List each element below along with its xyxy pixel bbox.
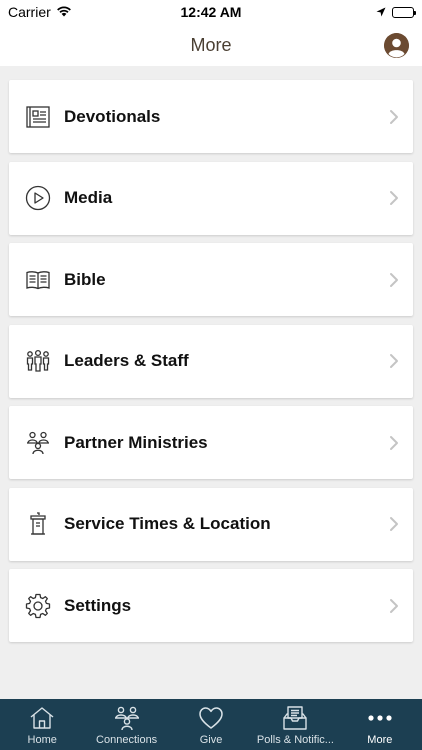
tab-label: Connections <box>96 734 158 746</box>
tab-more[interactable]: More <box>338 699 422 750</box>
podium-icon <box>25 511 51 537</box>
menu-item-service-times-location[interactable]: Service Times & Location <box>9 487 413 561</box>
status-bar: Carrier 12:42 AM <box>0 0 422 24</box>
battery-icon <box>392 6 416 18</box>
status-right <box>376 4 416 20</box>
menu-item-bible[interactable]: Bible <box>9 243 413 316</box>
play-circle-icon <box>25 185 51 211</box>
tab-label: More <box>367 734 393 746</box>
menu-item-label: Settings <box>64 595 132 615</box>
page-title: More <box>190 34 232 55</box>
more-dots-icon <box>366 705 394 731</box>
people-group-icon <box>25 348 51 374</box>
inbox-icon <box>281 705 309 731</box>
tab-home[interactable]: Home <box>0 699 84 750</box>
home-icon <box>28 705 56 731</box>
tab-give[interactable]: Give <box>169 699 253 750</box>
menu-item-settings[interactable]: Settings <box>9 569 413 642</box>
chevron-right-icon <box>389 190 399 206</box>
menu-item-label: Bible <box>64 269 106 289</box>
more-menu-list: Devotionals Media Bible Leaders & Staff … <box>9 80 413 651</box>
chevron-right-icon <box>389 272 399 288</box>
menu-item-label: Devotionals <box>64 106 161 126</box>
book-page-icon <box>25 104 51 130</box>
chevron-right-icon <box>389 516 399 532</box>
menu-item-label: Leaders & Staff <box>64 351 189 370</box>
heart-icon <box>197 705 225 731</box>
wifi-icon <box>56 4 72 20</box>
chevron-right-icon <box>389 598 399 614</box>
nav-bar: More <box>0 24 422 66</box>
open-book-icon <box>25 267 51 293</box>
profile-avatar-icon[interactable] <box>384 33 409 58</box>
chevron-right-icon <box>389 353 399 369</box>
menu-item-media[interactable]: Media <box>9 161 413 235</box>
menu-item-devotionals[interactable]: Devotionals <box>9 80 413 153</box>
carrier-label: Carrier <box>8 4 51 20</box>
tab-label: Polls & Notific... <box>256 734 334 746</box>
chevron-right-icon <box>389 109 399 125</box>
menu-item-label: Service Times & Location <box>64 514 271 533</box>
menu-item-label: Media <box>64 188 113 207</box>
tab-label: Home <box>27 734 57 746</box>
tab-label: Give <box>199 734 223 746</box>
tab-polls-notifications[interactable]: Polls & Notific... <box>253 699 337 750</box>
tab-connections[interactable]: Connections <box>84 699 168 750</box>
menu-item-partner-ministries[interactable]: Partner Ministries <box>9 406 413 479</box>
location-arrow-icon <box>376 4 386 20</box>
connections-icon <box>113 705 141 731</box>
status-left: Carrier <box>8 4 72 20</box>
menu-item-label: Partner Ministries <box>64 432 208 452</box>
gear-icon <box>25 593 51 619</box>
chevron-right-icon <box>389 435 399 451</box>
partners-icon <box>25 430 51 456</box>
menu-item-leaders-staff[interactable]: Leaders & Staff <box>9 324 413 398</box>
bottom-tab-bar: Home Connections Give Polls & Notific...… <box>0 699 422 750</box>
